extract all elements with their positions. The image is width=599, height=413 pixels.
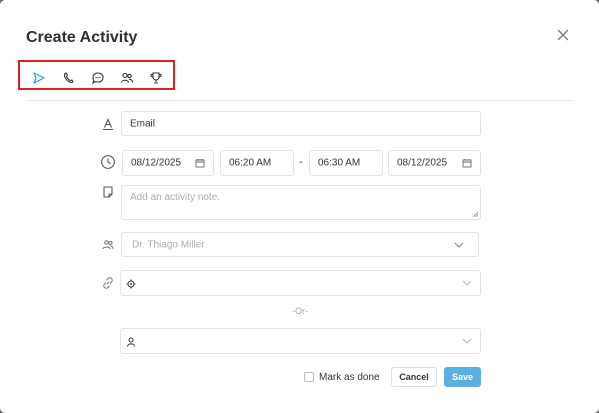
dialog-title: Create Activity <box>26 29 138 46</box>
target-icon <box>126 279 136 289</box>
create-activity-dialog: Create Activity Email 08/12/2025 06:20 A… <box>0 0 599 413</box>
subject-value: Email <box>130 118 156 129</box>
tabs-divider <box>28 100 572 101</box>
mark-as-done-checkbox[interactable] <box>304 372 314 382</box>
end-date-value: 08/12/2025 <box>397 157 448 169</box>
meeting-users-icon[interactable] <box>119 70 135 86</box>
chevron-down-icon <box>462 338 472 344</box>
owner-value: Dr. Thiago Miller <box>132 239 205 250</box>
link-icon <box>103 277 113 289</box>
contact-select[interactable] <box>120 328 481 354</box>
end-time-value: 06:30 AM <box>318 157 361 169</box>
related-record-select[interactable] <box>120 270 481 296</box>
calendar-icon <box>462 159 472 168</box>
person-icon <box>127 337 135 347</box>
chevron-down-icon <box>462 280 472 286</box>
close-icon[interactable] <box>554 26 572 44</box>
send-icon[interactable] <box>31 70 47 86</box>
calendar-icon <box>195 159 205 168</box>
note-placeholder: Add an activity note. <box>130 192 221 203</box>
activity-note-textarea[interactable]: Add an activity note. <box>121 185 481 220</box>
mark-as-done-label[interactable]: Mark as done <box>319 372 380 383</box>
or-divider-label: -Or- <box>292 306 308 316</box>
clock-icon <box>101 155 115 169</box>
start-time-value: 06:20 AM <box>229 157 272 169</box>
note-icon <box>103 186 113 198</box>
start-date-input[interactable]: 08/12/2025 <box>122 150 214 176</box>
cancel-button[interactable]: Cancel <box>391 367 437 387</box>
save-button[interactable]: Save <box>444 367 481 387</box>
text-format-icon <box>103 118 113 131</box>
owner-users-icon <box>102 240 114 250</box>
trophy-icon[interactable] <box>148 70 164 86</box>
resize-handle-icon[interactable] <box>472 211 478 217</box>
time-range-separator: - <box>299 156 303 168</box>
start-time-input[interactable]: 06:20 AM <box>220 150 294 176</box>
start-date-value: 08/12/2025 <box>131 157 182 169</box>
subject-input[interactable]: Email <box>121 111 481 136</box>
end-time-input[interactable]: 06:30 AM <box>309 150 383 176</box>
phone-icon[interactable] <box>61 70 77 86</box>
end-date-input[interactable]: 08/12/2025 <box>388 150 481 176</box>
chevron-down-icon <box>454 242 464 248</box>
owner-select[interactable]: Dr. Thiago Miller <box>121 232 479 257</box>
chat-bubble-icon[interactable] <box>90 70 106 86</box>
